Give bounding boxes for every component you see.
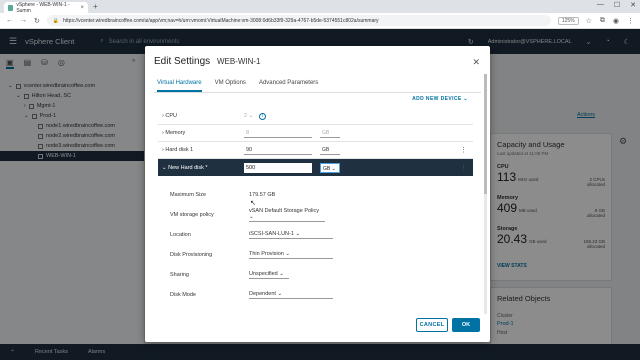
sharing-row: Sharing Unspecified ⌄ [170,265,460,285]
cpu-label: CPU [165,113,177,119]
location-value: iSCSI-SAN-LUN-1 [249,231,294,237]
hard-disk-1-label: Hard disk 1 [165,147,194,153]
storage-policy-row: VM storage policy vSAN Default Storage P… [170,205,460,225]
max-size-value: 179.57 GB [249,192,276,198]
dialog-tabs: Virtual Hardware VM Options Advanced Par… [157,80,318,92]
dialog-scrollbar[interactable] [484,74,487,314]
dialog-title-text: Edit Settings [154,56,211,67]
close-icon[interactable]: ✕ [472,57,480,68]
address-bar[interactable]: 🔒 https://vcenter.wiredbraincoffee.com/u… [46,15,551,26]
disk-mode-select[interactable]: Dependent ⌄ [249,291,333,299]
memory-input[interactable]: 8 [244,128,312,138]
url-text: https://vcenter.wiredbraincoffee.com/ui/… [63,17,379,24]
more-options-icon[interactable]: ⋮ [460,164,467,172]
hard-disk-1-unit-select[interactable]: GB [320,145,340,155]
tab-virtual-hardware[interactable]: Virtual Hardware [157,80,202,92]
forward-icon[interactable]: → [20,17,27,24]
new-hard-disk-row: ⌄ New Hard disk * 500 GB ⌄ ⋮ [158,159,473,176]
hardware-list: › CPU 2 ⌄ i › Memory 8 GB › Hard disk 1 … [158,108,473,176]
disk-provisioning-label: Disk Provisioning [170,252,213,258]
edit-settings-dialog: Edit Settings WEB-WIN-1 ✕ Virtual Hardwa… [145,46,490,342]
storage-policy-value: vSAN Default Storage Policy [249,208,320,214]
memory-expander[interactable]: › Memory [158,130,244,136]
back-icon[interactable]: ← [6,17,13,24]
zoom-indicator[interactable]: 125% [557,16,579,25]
info-icon[interactable]: i [259,112,267,120]
extensions-icon[interactable]: ⧉ [600,17,605,25]
location-select[interactable]: iSCSI-SAN-LUN-1 ⌄ [249,231,333,239]
close-window-icon[interactable]: ✕ [630,1,636,9]
tab-advanced-parameters[interactable]: Advanced Parameters [259,80,318,92]
more-options-icon[interactable]: ⋮ [460,146,467,154]
maximize-icon[interactable]: ☐ [614,1,620,9]
cpu-select[interactable]: 2 ⌄ [244,113,253,119]
disk-provisioning-value: Thin Provision [249,251,284,257]
disk-mode-label: Disk Mode [170,292,196,298]
browser-tab-title: vSphere - WEB-WIN-1 - Summ [16,1,70,14]
hard-disk-1-row: › Hard disk 1 90 GB ⋮ [158,142,473,159]
chevron-down-icon: ⌄ [463,96,468,102]
browser-tab[interactable]: vSphere - WEB-WIN-1 - Summ × [4,1,88,14]
add-new-device-label: ADD NEW DEVICE [412,96,462,102]
tab-divider [154,92,481,93]
disk-provisioning-select[interactable]: Thin Provision ⌄ [249,251,333,259]
memory-label: Memory [165,130,186,136]
dialog-vm-name: WEB-WIN-1 [216,57,261,66]
new-hard-disk-expander[interactable]: ⌄ New Hard disk * [158,165,244,171]
sharing-value: Unspecified [249,271,278,277]
new-hard-disk-label: New Hard disk * [168,164,208,171]
browser-tab-bar: vSphere - WEB-WIN-1 - Summ × + — ☐ ✕ [0,0,640,14]
disk-mode-row: Disk Mode Dependent ⌄ [170,285,460,305]
location-row: Location iSCSI-SAN-LUN-1 ⌄ [170,225,460,245]
tab-vm-options[interactable]: VM Options [215,80,246,92]
sharing-label: Sharing [170,272,189,278]
lock-icon: 🔒 [52,17,60,24]
cancel-button[interactable]: CANCEL [416,318,448,332]
browser-menu-icon[interactable]: ⋮ [627,17,634,25]
profile-icon[interactable]: ◉ [613,17,619,25]
minimize-icon[interactable]: — [597,1,604,9]
disk-provisioning-row: Disk Provisioning Thin Provision ⌄ [170,245,460,265]
window-controls: — ☐ ✕ [597,1,636,9]
memory-unit-select[interactable]: GB [320,128,340,138]
close-tab-icon[interactable]: × [80,5,84,11]
location-label: Location [170,232,191,238]
cpu-expander[interactable]: › CPU [158,113,244,119]
new-hard-disk-size-input[interactable]: 500 [244,162,312,173]
new-hard-disk-unit-select[interactable]: GB ⌄ [320,162,340,173]
vsphere-favicon-icon [8,4,14,11]
new-hard-disk-details: Maximum Size 179.57 GB VM storage policy… [170,185,460,305]
dialog-title: Edit Settings WEB-WIN-1 [154,56,261,67]
hard-disk-1-size-input[interactable]: 90 [244,145,312,155]
max-size-label: Maximum Size [170,192,207,198]
storage-policy-label: VM storage policy [170,212,214,218]
add-new-device-button[interactable]: ADD NEW DEVICE ⌄ [412,96,468,102]
cpu-value: 2 [244,113,248,119]
disk-mode-value: Dependent [249,291,276,297]
new-hard-disk-unit: GB [323,165,331,172]
star-icon[interactable]: ☆ [586,17,592,25]
storage-policy-select[interactable]: vSAN Default Storage Policy ⌄ [249,208,325,222]
mouse-cursor-icon: ↖ [250,200,256,207]
memory-row: › Memory 8 GB [158,125,473,142]
new-tab-icon[interactable]: + [93,2,98,11]
cpu-row: › CPU 2 ⌄ i [158,108,473,125]
ok-button[interactable]: OK [452,318,480,332]
sharing-select[interactable]: Unspecified ⌄ [249,271,289,279]
browser-toolbar: ← → ↻ 🔒 https://vcenter.wiredbraincoffee… [0,13,640,29]
max-size-row: Maximum Size 179.57 GB [170,185,460,205]
scrollbar-thumb[interactable] [484,74,487,194]
hard-disk-1-expander[interactable]: › Hard disk 1 [158,147,244,153]
reload-icon[interactable]: ↻ [34,17,40,25]
